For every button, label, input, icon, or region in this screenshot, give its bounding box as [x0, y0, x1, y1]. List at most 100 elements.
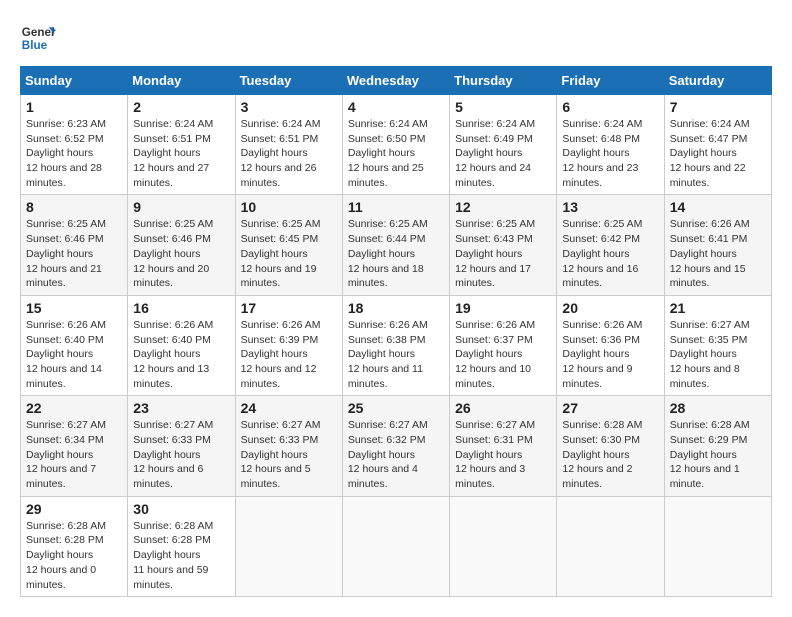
calendar-day-cell: 20 Sunrise: 6:26 AMSunset: 6:36 PMDayligh… — [557, 295, 664, 395]
weekday-header-tuesday: Tuesday — [235, 67, 342, 95]
day-number: 11 — [348, 199, 444, 215]
calendar-empty-cell — [557, 496, 664, 596]
calendar-day-cell: 16 Sunrise: 6:26 AMSunset: 6:40 PMDayligh… — [128, 295, 235, 395]
day-info: Sunrise: 6:25 AMSunset: 6:46 PMDaylight … — [133, 217, 229, 290]
calendar-day-cell: 29 Sunrise: 6:28 AMSunset: 6:28 PMDayligh… — [21, 496, 128, 596]
calendar-day-cell: 23 Sunrise: 6:27 AMSunset: 6:33 PMDayligh… — [128, 396, 235, 496]
day-number: 18 — [348, 300, 444, 316]
calendar-day-cell: 3 Sunrise: 6:24 AMSunset: 6:51 PMDaylight… — [235, 95, 342, 195]
weekday-header-monday: Monday — [128, 67, 235, 95]
day-number: 2 — [133, 99, 229, 115]
calendar-day-cell: 17 Sunrise: 6:26 AMSunset: 6:39 PMDayligh… — [235, 295, 342, 395]
calendar-day-cell: 30 Sunrise: 6:28 AMSunset: 6:28 PMDayligh… — [128, 496, 235, 596]
day-info: Sunrise: 6:26 AMSunset: 6:39 PMDaylight … — [241, 318, 337, 391]
day-info: Sunrise: 6:24 AMSunset: 6:51 PMDaylight … — [241, 117, 337, 190]
weekday-header-row: SundayMondayTuesdayWednesdayThursdayFrid… — [21, 67, 772, 95]
day-info: Sunrise: 6:26 AMSunset: 6:38 PMDaylight … — [348, 318, 444, 391]
day-number: 23 — [133, 400, 229, 416]
day-info: Sunrise: 6:26 AMSunset: 6:40 PMDaylight … — [26, 318, 122, 391]
weekday-header-thursday: Thursday — [450, 67, 557, 95]
day-number: 22 — [26, 400, 122, 416]
day-info: Sunrise: 6:27 AMSunset: 6:33 PMDaylight … — [133, 418, 229, 491]
day-info: Sunrise: 6:23 AMSunset: 6:52 PMDaylight … — [26, 117, 122, 190]
day-number: 9 — [133, 199, 229, 215]
day-info: Sunrise: 6:25 AMSunset: 6:46 PMDaylight … — [26, 217, 122, 290]
day-info: Sunrise: 6:24 AMSunset: 6:50 PMDaylight … — [348, 117, 444, 190]
calendar-day-cell: 27Sunrise: 6:28 AMSunset: 6:30 PMDayligh… — [557, 396, 664, 496]
calendar-day-cell: 4 Sunrise: 6:24 AMSunset: 6:50 PMDaylight… — [342, 95, 449, 195]
day-info: Sunrise: 6:27 AMSunset: 6:33 PMDaylight … — [241, 418, 337, 491]
calendar-week-row: 22 Sunrise: 6:27 AMSunset: 6:34 PMDayligh… — [21, 396, 772, 496]
day-number: 14 — [670, 199, 766, 215]
day-number: 28 — [670, 400, 766, 416]
day-number: 19 — [455, 300, 551, 316]
calendar-day-cell: 11 Sunrise: 6:25 AMSunset: 6:44 PMDayligh… — [342, 195, 449, 295]
calendar-table: SundayMondayTuesdayWednesdayThursdayFrid… — [20, 66, 772, 597]
day-info: Sunrise: 6:26 AMSunset: 6:37 PMDaylight … — [455, 318, 551, 391]
day-number: 25 — [348, 400, 444, 416]
day-info: Sunrise: 6:24 AMSunset: 6:47 PMDaylight … — [670, 117, 766, 190]
day-number: 16 — [133, 300, 229, 316]
day-number: 29 — [26, 501, 122, 517]
day-info: Sunrise: 6:28 AMSunset: 6:29 PMDaylight … — [670, 418, 766, 491]
logo-icon: General Blue — [20, 20, 56, 56]
day-info: Sunrise: 6:28 AMSunset: 6:28 PMDaylight … — [26, 519, 122, 592]
day-info: Sunrise: 6:25 AMSunset: 6:42 PMDaylight … — [562, 217, 658, 290]
calendar-day-cell: 22 Sunrise: 6:27 AMSunset: 6:34 PMDayligh… — [21, 396, 128, 496]
day-info: Sunrise: 6:26 AMSunset: 6:41 PMDaylight … — [670, 217, 766, 290]
calendar-day-cell: 13Sunrise: 6:25 AMSunset: 6:42 PMDayligh… — [557, 195, 664, 295]
calendar-empty-cell — [235, 496, 342, 596]
day-number: 17 — [241, 300, 337, 316]
day-number: 3 — [241, 99, 337, 115]
calendar-day-cell: 10 Sunrise: 6:25 AMSunset: 6:45 PMDayligh… — [235, 195, 342, 295]
day-number: 5 — [455, 99, 551, 115]
calendar-day-cell: 25 Sunrise: 6:27 AMSunset: 6:32 PMDayligh… — [342, 396, 449, 496]
day-info: Sunrise: 6:27 AMSunset: 6:35 PMDaylight … — [670, 318, 766, 391]
calendar-empty-cell — [342, 496, 449, 596]
calendar-day-cell: 28 Sunrise: 6:28 AMSunset: 6:29 PMDayligh… — [664, 396, 771, 496]
weekday-header-sunday: Sunday — [21, 67, 128, 95]
day-info: Sunrise: 6:27 AMSunset: 6:32 PMDaylight … — [348, 418, 444, 491]
calendar-day-cell: 19 Sunrise: 6:26 AMSunset: 6:37 PMDayligh… — [450, 295, 557, 395]
day-number: 15 — [26, 300, 122, 316]
calendar-day-cell: 2 Sunrise: 6:24 AMSunset: 6:51 PMDaylight… — [128, 95, 235, 195]
logo: General Blue — [20, 20, 56, 56]
calendar-week-row: 29 Sunrise: 6:28 AMSunset: 6:28 PMDayligh… — [21, 496, 772, 596]
day-info: Sunrise: 6:28 AMSunset: 6:28 PMDaylight … — [133, 519, 229, 592]
day-number: 12 — [455, 199, 551, 215]
day-number: 6 — [562, 99, 658, 115]
day-info: Sunrise: 6:26 AMSunset: 6:40 PMDaylight … — [133, 318, 229, 391]
calendar-empty-cell — [450, 496, 557, 596]
weekday-header-friday: Friday — [557, 67, 664, 95]
calendar-day-cell: 6 Sunrise: 6:24 AMSunset: 6:48 PMDaylight… — [557, 95, 664, 195]
day-info: Sunrise: 6:27 AMSunset: 6:34 PMDaylight … — [26, 418, 122, 491]
day-info: Sunrise: 6:27 AMSunset: 6:31 PMDaylight … — [455, 418, 551, 491]
calendar-empty-cell — [664, 496, 771, 596]
day-info: Sunrise: 6:24 AMSunset: 6:49 PMDaylight … — [455, 117, 551, 190]
calendar-week-row: 1Sunrise: 6:23 AMSunset: 6:52 PMDaylight… — [21, 95, 772, 195]
day-info: Sunrise: 6:24 AMSunset: 6:48 PMDaylight … — [562, 117, 658, 190]
day-number: 24 — [241, 400, 337, 416]
calendar-day-cell: 9 Sunrise: 6:25 AMSunset: 6:46 PMDaylight… — [128, 195, 235, 295]
day-number: 20 — [562, 300, 658, 316]
calendar-day-cell: 12Sunrise: 6:25 AMSunset: 6:43 PMDayligh… — [450, 195, 557, 295]
day-number: 8 — [26, 199, 122, 215]
calendar-day-cell: 21Sunrise: 6:27 AMSunset: 6:35 PMDayligh… — [664, 295, 771, 395]
day-info: Sunrise: 6:28 AMSunset: 6:30 PMDaylight … — [562, 418, 658, 491]
calendar-week-row: 8 Sunrise: 6:25 AMSunset: 6:46 PMDaylight… — [21, 195, 772, 295]
calendar-day-cell: 18 Sunrise: 6:26 AMSunset: 6:38 PMDayligh… — [342, 295, 449, 395]
day-number: 10 — [241, 199, 337, 215]
weekday-header-saturday: Saturday — [664, 67, 771, 95]
day-info: Sunrise: 6:25 AMSunset: 6:45 PMDaylight … — [241, 217, 337, 290]
day-number: 26 — [455, 400, 551, 416]
calendar-day-cell: 14 Sunrise: 6:26 AMSunset: 6:41 PMDayligh… — [664, 195, 771, 295]
page-header: General Blue — [20, 20, 772, 56]
calendar-day-cell: 26 Sunrise: 6:27 AMSunset: 6:31 PMDayligh… — [450, 396, 557, 496]
day-number: 30 — [133, 501, 229, 517]
calendar-day-cell: 1Sunrise: 6:23 AMSunset: 6:52 PMDaylight… — [21, 95, 128, 195]
day-info: Sunrise: 6:25 AMSunset: 6:44 PMDaylight … — [348, 217, 444, 290]
day-info: Sunrise: 6:24 AMSunset: 6:51 PMDaylight … — [133, 117, 229, 190]
day-info: Sunrise: 6:26 AMSunset: 6:36 PMDaylight … — [562, 318, 658, 391]
calendar-week-row: 15 Sunrise: 6:26 AMSunset: 6:40 PMDayligh… — [21, 295, 772, 395]
day-number: 4 — [348, 99, 444, 115]
